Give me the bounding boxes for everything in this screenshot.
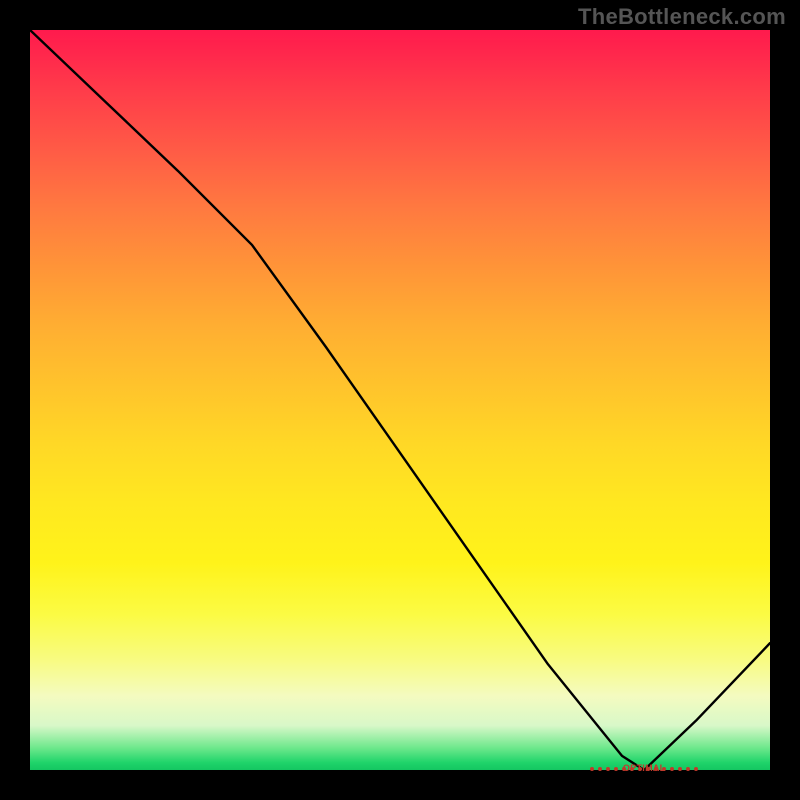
optimal-dot xyxy=(694,767,698,771)
series-line xyxy=(30,30,770,770)
chart-svg xyxy=(30,30,770,770)
optimal-dot xyxy=(590,767,594,771)
optimal-dot xyxy=(614,767,618,771)
chart-plot-area: OPTIMAL xyxy=(30,30,770,770)
watermark-text: TheBottleneck.com xyxy=(578,4,786,30)
optimal-label: OPTIMAL xyxy=(623,763,666,773)
optimal-dot xyxy=(670,767,674,771)
optimal-dot xyxy=(598,767,602,771)
optimal-dot xyxy=(686,767,690,771)
optimal-dot xyxy=(606,767,610,771)
optimal-dot xyxy=(678,767,682,771)
